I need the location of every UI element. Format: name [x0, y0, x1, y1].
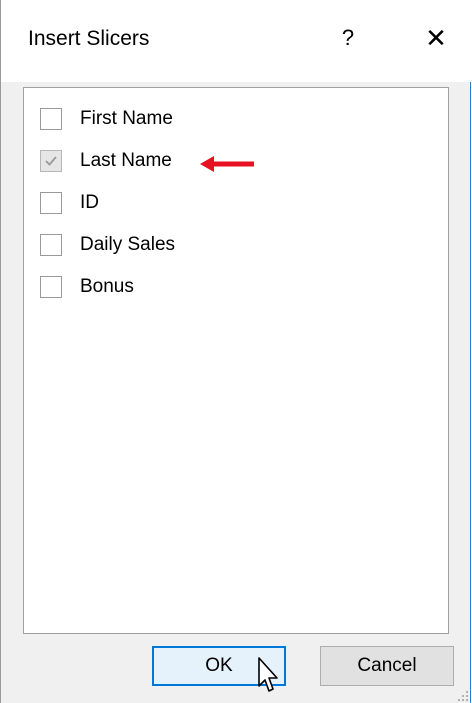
red-arrow-icon — [200, 156, 254, 172]
insert-slicers-dialog: Insert Slicers ? ✕ First Name Last Name … — [0, 0, 471, 703]
checkbox[interactable] — [40, 108, 62, 130]
mouse-cursor-icon — [258, 657, 278, 692]
cancel-button[interactable]: Cancel — [320, 646, 454, 686]
checkbox[interactable] — [40, 234, 62, 256]
list-item-bonus[interactable]: Bonus — [40, 272, 134, 302]
help-button[interactable]: ? — [331, 18, 365, 58]
resize-grip-icon[interactable] — [457, 690, 469, 702]
list-item-first-name[interactable]: First Name — [40, 104, 173, 134]
field-list: First Name Last Name ID Daily Sales Bonu… — [23, 87, 449, 634]
dialog-title: Insert Slicers — [28, 27, 150, 50]
list-item-last-name[interactable]: Last Name — [40, 146, 172, 176]
dialog-titlebar: Insert Slicers ? ✕ — [1, 0, 471, 82]
checkbox[interactable] — [40, 192, 62, 214]
checkbox[interactable] — [40, 276, 62, 298]
field-label: First Name — [80, 108, 173, 129]
checkmark-icon — [45, 156, 57, 166]
list-item-daily-sales[interactable]: Daily Sales — [40, 230, 175, 260]
field-label: Last Name — [80, 150, 172, 171]
field-label: ID — [80, 192, 99, 213]
close-button[interactable]: ✕ — [416, 18, 456, 58]
checkbox-checked[interactable] — [40, 150, 62, 172]
field-label: Daily Sales — [80, 234, 176, 255]
field-label: Bonus — [80, 276, 134, 297]
list-item-id[interactable]: ID — [40, 188, 99, 218]
